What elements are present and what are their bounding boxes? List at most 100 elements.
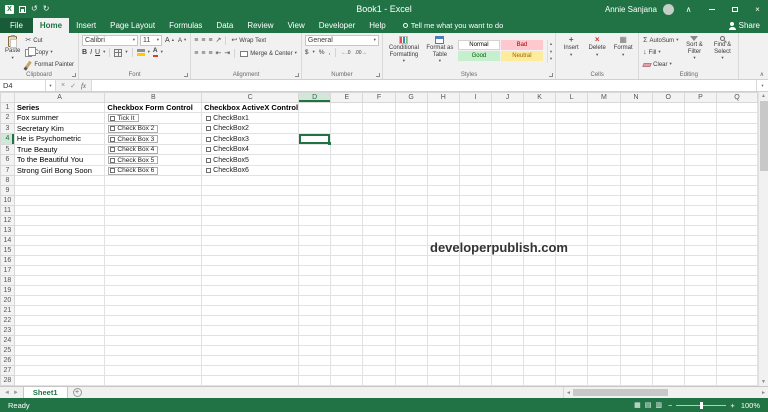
column-header-q[interactable]: Q (715, 92, 758, 103)
cell-F8[interactable] (362, 175, 396, 187)
cell-N26[interactable] (620, 355, 653, 367)
cell-J11[interactable] (491, 205, 525, 217)
cell-J1[interactable] (491, 102, 525, 113)
cell-E22[interactable] (330, 315, 364, 327)
cell-G20[interactable] (395, 295, 428, 307)
cell-D14[interactable] (298, 235, 332, 247)
cell-E27[interactable] (330, 365, 364, 377)
cell-F18[interactable] (362, 275, 396, 287)
cell-G13[interactable] (395, 225, 428, 237)
cell-P14[interactable] (684, 235, 717, 247)
cell-A5[interactable]: True Beauty (14, 144, 106, 156)
cell-O28[interactable] (652, 375, 685, 386)
borders-button[interactable] (114, 48, 123, 57)
ribbon-tab-home[interactable]: Home (32, 18, 70, 33)
clear-button[interactable]: Clear ▾ (642, 59, 679, 70)
zoom-slider[interactable] (676, 401, 727, 409)
italic-button[interactable]: I (90, 49, 92, 56)
cell-D23[interactable] (298, 325, 332, 337)
cell-O1[interactable] (652, 102, 685, 113)
cell-Q10[interactable] (716, 195, 758, 207)
cell-J23[interactable] (491, 325, 525, 337)
cell-K28[interactable] (523, 375, 557, 386)
ribbon-tab-file[interactable]: File (0, 18, 33, 33)
cell-P15[interactable] (684, 245, 717, 257)
cell-J17[interactable] (491, 265, 525, 277)
cell-K21[interactable] (523, 305, 557, 317)
cell-Q25[interactable] (716, 345, 758, 357)
cell-H11[interactable] (427, 205, 460, 217)
cell-F7[interactable] (362, 165, 396, 177)
cell-D15[interactable] (298, 245, 332, 257)
cell-D3[interactable] (298, 123, 332, 135)
cell-O17[interactable] (652, 265, 685, 277)
cell-M23[interactable] (587, 325, 621, 337)
cell-L4[interactable] (555, 133, 589, 145)
cell-H28[interactable] (427, 375, 460, 386)
cell-J6[interactable] (491, 154, 525, 166)
cell-J26[interactable] (491, 355, 525, 367)
row-header-15[interactable]: 15 (0, 245, 15, 257)
cell-F2[interactable] (362, 112, 396, 124)
cell-I2[interactable] (459, 112, 492, 124)
cell-G25[interactable] (395, 345, 428, 357)
cell-N13[interactable] (620, 225, 653, 237)
cell-B11[interactable] (104, 205, 203, 217)
redo-icon[interactable]: ↻ (43, 5, 50, 13)
cell-N19[interactable] (620, 285, 653, 297)
increase-decimal-button[interactable]: ←.0 (341, 50, 350, 56)
cell-K23[interactable] (523, 325, 557, 337)
cell-E16[interactable] (330, 255, 364, 267)
cell-Q14[interactable] (716, 235, 758, 247)
row-header-20[interactable]: 20 (0, 295, 15, 307)
cell-G8[interactable] (395, 175, 428, 187)
cell-I6[interactable] (459, 154, 492, 166)
cell-B17[interactable] (104, 265, 203, 277)
cell-P20[interactable] (684, 295, 717, 307)
cell-L28[interactable] (555, 375, 589, 386)
cell-L11[interactable] (555, 205, 589, 217)
cell-P3[interactable] (684, 123, 717, 135)
ribbon-display-options-button[interactable]: ∧ (680, 0, 697, 18)
row-header-16[interactable]: 16 (0, 255, 15, 267)
cell-J3[interactable] (491, 123, 525, 135)
ribbon-tab-insert[interactable]: Insert (69, 18, 103, 33)
column-header-e[interactable]: E (330, 92, 364, 103)
cell-Q1[interactable] (716, 102, 758, 113)
cell-A6[interactable]: To the Beautiful You (14, 154, 106, 166)
row-header-25[interactable]: 25 (0, 345, 15, 357)
cell-N14[interactable] (620, 235, 653, 247)
cell-O3[interactable] (652, 123, 685, 135)
cell-D25[interactable] (298, 345, 332, 357)
cell-L25[interactable] (555, 345, 589, 357)
cell-J27[interactable] (491, 365, 525, 377)
styles-dialog-launcher[interactable] (549, 73, 554, 77)
cell-P13[interactable] (684, 225, 717, 237)
cell-K4[interactable] (523, 133, 557, 145)
cell-K27[interactable] (523, 365, 557, 377)
cell-A26[interactable] (14, 355, 106, 367)
format-cells-button[interactable]: ▦ Format ▾ (611, 35, 635, 58)
cell-P23[interactable] (684, 325, 717, 337)
cell-G7[interactable] (395, 165, 428, 177)
cell-B2[interactable]: Tick It (104, 112, 203, 124)
cell-Q21[interactable] (716, 305, 758, 317)
cell-K11[interactable] (523, 205, 557, 217)
zoom-in-icon[interactable]: + (730, 401, 734, 410)
cell-F12[interactable] (362, 215, 396, 227)
cell-P7[interactable] (684, 165, 717, 177)
cell-N2[interactable] (620, 112, 653, 124)
column-header-f[interactable]: F (362, 92, 396, 103)
number-dialog-launcher[interactable] (375, 73, 380, 77)
row-header-10[interactable]: 10 (0, 195, 15, 207)
cell-L3[interactable] (555, 123, 589, 135)
cell-G16[interactable] (395, 255, 428, 267)
column-header-i[interactable]: I (458, 92, 492, 103)
cell-M18[interactable] (587, 275, 621, 287)
cell-F10[interactable] (362, 195, 396, 207)
cell-Q6[interactable] (716, 154, 758, 166)
cell-Q22[interactable] (716, 315, 758, 327)
cell-L12[interactable] (555, 215, 589, 227)
cell-E1[interactable] (330, 102, 364, 113)
cell-J2[interactable] (491, 112, 525, 124)
